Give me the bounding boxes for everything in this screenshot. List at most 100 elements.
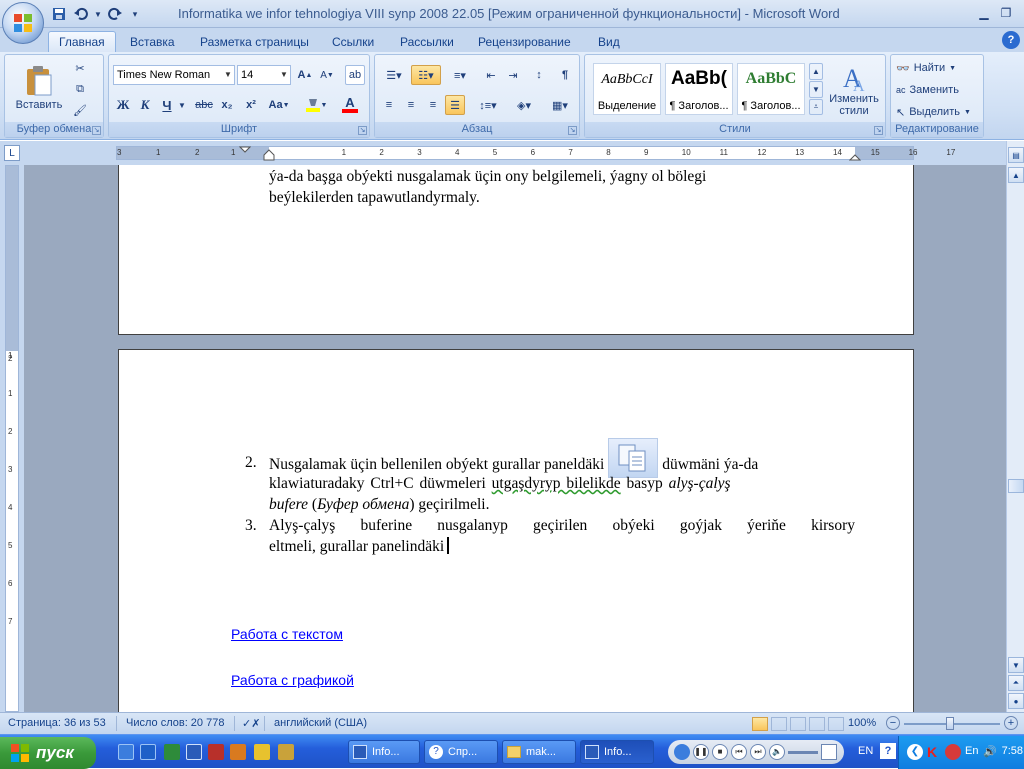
- font-color-button[interactable]: A: [335, 95, 365, 115]
- strikethrough-button[interactable]: abc: [193, 95, 215, 115]
- undo-dropdown-icon[interactable]: ▼: [94, 5, 102, 23]
- shading-icon[interactable]: ◈▾: [509, 95, 539, 115]
- volume-icon[interactable]: 🔈: [769, 744, 785, 760]
- tab-page-layout[interactable]: Разметка страницы: [190, 31, 319, 52]
- styles-more-icon[interactable]: ⩡: [809, 99, 823, 115]
- horizontal-ruler[interactable]: 3 1 2 1 1 2 3 4 5 6 7 8 9 10 11 12 13 14 15 16 17: [116, 146, 955, 161]
- status-page[interactable]: Страница: 36 из 53: [8, 717, 106, 729]
- vertical-ruler[interactable]: 211234567: [5, 165, 19, 712]
- task-info-2[interactable]: Info...: [580, 740, 654, 764]
- desktop-quicklaunch-icon[interactable]: [140, 744, 156, 760]
- outline-view-icon[interactable]: [809, 717, 825, 731]
- underline-button[interactable]: Ч: [157, 95, 177, 115]
- change-case-button[interactable]: Aa ▼: [265, 95, 293, 115]
- font-size-dropdown-icon[interactable]: ▼: [278, 66, 290, 84]
- player-restore-icon[interactable]: [821, 744, 837, 760]
- app-quicklaunch-icon[interactable]: [278, 744, 294, 760]
- paste-button[interactable]: Вставить: [11, 59, 67, 117]
- access-quicklaunch-icon[interactable]: [208, 744, 224, 760]
- document-area[interactable]: ýa-da başga obýekti nusgalamak üçin ony …: [24, 165, 1006, 712]
- decrease-indent-icon[interactable]: ⇤: [481, 65, 501, 85]
- language-indicator[interactable]: EN: [858, 745, 873, 757]
- ie-quicklaunch-icon[interactable]: [118, 744, 134, 760]
- copy-icon[interactable]: ⧉: [71, 80, 89, 98]
- print-layout-view-icon[interactable]: [752, 717, 768, 731]
- ruler-toggle-icon[interactable]: ▤: [1008, 147, 1024, 163]
- align-center-icon[interactable]: ≡: [401, 95, 421, 115]
- zoom-in-icon[interactable]: +: [1004, 716, 1018, 730]
- increase-indent-icon[interactable]: ⇥: [503, 65, 523, 85]
- start-button[interactable]: пуск: [0, 737, 96, 769]
- tab-review[interactable]: Рецензирование: [468, 31, 581, 52]
- zoom-out-icon[interactable]: −: [886, 716, 900, 730]
- browse-object-icon[interactable]: ●: [1008, 693, 1024, 709]
- tray-shield-icon[interactable]: [945, 744, 961, 760]
- styles-scroll-down-icon[interactable]: ▼: [809, 81, 823, 98]
- font-size-combo[interactable]: 14 ▼: [237, 65, 291, 85]
- help-icon[interactable]: ?: [1002, 31, 1020, 49]
- tab-insert[interactable]: Вставка: [120, 31, 185, 52]
- minimize-button[interactable]: ▁: [973, 4, 995, 22]
- scroll-down-icon[interactable]: ▼: [1008, 657, 1024, 673]
- style-tile-heading2[interactable]: AaBbC ¶ Заголов...: [737, 63, 805, 115]
- font-launcher-icon[interactable]: ↘: [358, 126, 367, 135]
- grow-font-button[interactable]: A ▲: [295, 65, 315, 85]
- borders-icon[interactable]: ▦▾: [545, 95, 575, 115]
- paragraph-launcher-icon[interactable]: ↘: [568, 126, 577, 135]
- task-help[interactable]: ? Спр...: [424, 740, 498, 764]
- word-quicklaunch-icon[interactable]: [186, 744, 202, 760]
- right-indent-marker[interactable]: [849, 149, 861, 161]
- customize-qat-icon[interactable]: ▾: [128, 5, 142, 23]
- change-styles-button[interactable]: AA Изменить стили: [825, 59, 883, 121]
- line-spacing-icon[interactable]: ↕≡▾: [473, 95, 503, 115]
- italic-button[interactable]: К: [135, 95, 155, 115]
- cut-icon[interactable]: ✂: [71, 59, 89, 77]
- numbering-icon[interactable]: ☷▾: [411, 65, 441, 85]
- sort-icon[interactable]: ↕: [529, 65, 549, 85]
- undo-icon[interactable]: [72, 5, 90, 23]
- show-marks-icon[interactable]: ¶: [555, 65, 575, 85]
- tab-references[interactable]: Ссылки: [322, 31, 384, 52]
- tab-view[interactable]: Вид: [588, 31, 630, 52]
- underline-dropdown-icon[interactable]: ▼: [177, 95, 187, 115]
- font-name-dropdown-icon[interactable]: ▼: [222, 66, 234, 84]
- tab-home[interactable]: Главная: [48, 31, 116, 52]
- media-quicklaunch-icon[interactable]: [254, 744, 270, 760]
- style-tile-emphasis[interactable]: AaBbCcI Выделение: [593, 63, 661, 115]
- bullets-icon[interactable]: ☰▾: [379, 65, 409, 85]
- highlight-button[interactable]: ▼: [301, 95, 331, 115]
- clear-format-icon[interactable]: ab: [345, 65, 365, 85]
- align-right-icon[interactable]: ≡: [423, 95, 443, 115]
- styles-launcher-icon[interactable]: ↘: [874, 126, 883, 135]
- subscript-button[interactable]: x₂: [217, 95, 237, 115]
- full-screen-view-icon[interactable]: [771, 717, 787, 731]
- styles-scroll-up-icon[interactable]: ▲: [809, 63, 823, 80]
- select-button[interactable]: ↖ Выделить ▼: [895, 103, 981, 121]
- bold-button[interactable]: Ж: [113, 95, 133, 115]
- web-view-icon[interactable]: [790, 717, 806, 731]
- pause-icon[interactable]: ❚❚: [693, 744, 709, 760]
- tray-arrow-icon[interactable]: ❮: [907, 744, 923, 760]
- excel-quicklaunch-icon[interactable]: [164, 744, 180, 760]
- tab-selector-icon[interactable]: L: [4, 145, 20, 161]
- link-work-with-text[interactable]: Работа с текстом: [231, 626, 343, 642]
- office-button[interactable]: [2, 2, 44, 44]
- hanging-indent-marker[interactable]: [263, 149, 275, 161]
- next-track-icon[interactable]: ⏭: [750, 744, 766, 760]
- antivirus-icon[interactable]: K: [927, 744, 943, 760]
- previous-track-icon[interactable]: ⏮: [731, 744, 747, 760]
- page-current[interactable]: 2. Nusgalamak üçin bellenilen obýekt gur…: [118, 349, 914, 712]
- scroll-thumb[interactable]: [1008, 479, 1024, 493]
- style-tile-heading1[interactable]: AaBb( ¶ Заголов...: [665, 63, 733, 115]
- find-button[interactable]: 👓 Найти ▼: [895, 59, 981, 77]
- clipboard-launcher-icon[interactable]: ↘: [92, 126, 101, 135]
- page-previous[interactable]: ýa-da başga obýekti nusgalamak üçin ony …: [118, 165, 914, 335]
- help-tray-icon[interactable]: ?: [880, 743, 896, 759]
- volume-slider[interactable]: [788, 750, 818, 754]
- task-info-1[interactable]: Info...: [348, 740, 420, 764]
- justify-icon[interactable]: ☰: [445, 95, 465, 115]
- replace-button[interactable]: ac Заменить: [895, 81, 981, 99]
- powerpoint-quicklaunch-icon[interactable]: [230, 744, 246, 760]
- previous-page-icon[interactable]: ⏶: [1008, 675, 1024, 691]
- draft-view-icon[interactable]: [828, 717, 844, 731]
